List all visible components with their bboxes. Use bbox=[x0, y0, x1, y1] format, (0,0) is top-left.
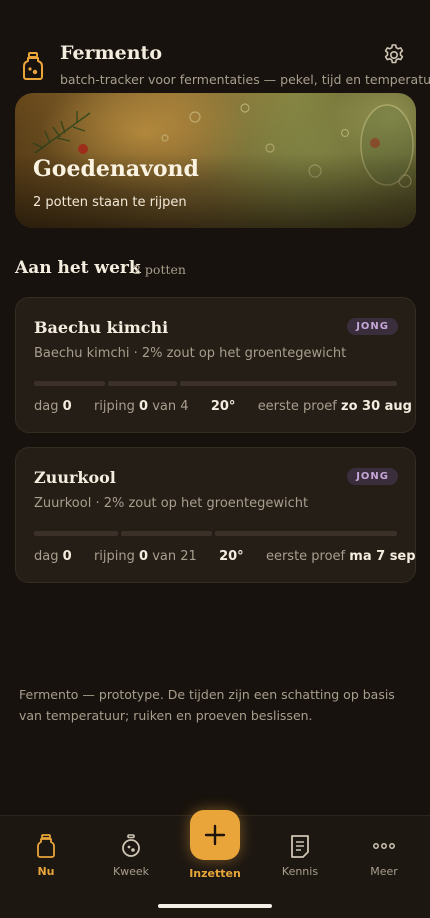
first-taste-date: zo 30 aug bbox=[341, 399, 412, 414]
day-value: 0 bbox=[62, 549, 72, 564]
prototype-footnote: Fermento — prototype. De tijden zijn een… bbox=[19, 687, 395, 723]
temperature-value: 20° bbox=[219, 549, 244, 564]
nav-item-kweek[interactable]: Kweek bbox=[91, 834, 171, 878]
first-taste-date: ma 7 sep bbox=[349, 549, 416, 564]
batch-name: Baechu kimchi bbox=[34, 318, 169, 337]
ripening-value: 0 bbox=[139, 549, 149, 564]
first-taste-label: eerste proef bbox=[257, 399, 337, 414]
app-subtitle: batch-tracker voor fermentaties — pekel,… bbox=[60, 72, 430, 87]
progress-segment bbox=[180, 381, 397, 386]
bottom-navigation: Nu Kweek Inzetten Kennis Meer bbox=[0, 810, 430, 918]
nav-label: Kweek bbox=[112, 865, 150, 878]
temperature-value: 20° bbox=[210, 399, 236, 414]
ripening-progress bbox=[34, 381, 397, 386]
section-title: Aan het werk bbox=[15, 258, 141, 278]
plus-icon bbox=[204, 824, 226, 846]
batch-card[interactable]: Zuurkool JONG Zuurkool · 2% zout op het … bbox=[15, 447, 416, 583]
ripening-value: 0 bbox=[139, 399, 149, 414]
nav-item-meer[interactable]: Meer bbox=[344, 834, 424, 878]
home-indicator[interactable] bbox=[158, 904, 272, 908]
nav-item-nu[interactable]: Nu bbox=[6, 834, 86, 878]
day-value: 0 bbox=[62, 399, 72, 414]
progress-segment bbox=[34, 381, 105, 386]
ripening-total: van 4 bbox=[152, 399, 189, 414]
section-count: 2 potten bbox=[133, 262, 186, 277]
progress-segment bbox=[215, 531, 397, 536]
nav-label: Kennis bbox=[281, 865, 319, 878]
first-taste-label: eerste proef bbox=[265, 549, 346, 564]
app-title: Fermento bbox=[60, 42, 163, 64]
timer-icon bbox=[122, 834, 140, 857]
progress-segment bbox=[34, 531, 118, 536]
hero-banner: Goedenavond 2 potten staan te rijpen bbox=[15, 93, 416, 228]
day-label: dag bbox=[34, 399, 59, 414]
batch-description: Zuurkool · 2% zout op het groentegewicht bbox=[34, 496, 309, 511]
greeting-subtitle: 2 potten staan te rijpen bbox=[33, 195, 187, 210]
ripening-total: van 21 bbox=[152, 549, 197, 564]
greeting-title: Goedenavond bbox=[33, 156, 199, 182]
jar-icon bbox=[23, 52, 43, 80]
ripening-label: rijping bbox=[93, 549, 135, 564]
jar-icon bbox=[37, 834, 55, 858]
batch-stats: dag 0 rijping 0 van 4 20° eerste proef z… bbox=[34, 399, 412, 414]
notes-icon bbox=[291, 835, 309, 858]
add-batch-button[interactable] bbox=[190, 810, 240, 860]
progress-segment bbox=[108, 381, 177, 386]
nav-label: Meer bbox=[370, 865, 398, 878]
batch-description: Baechu kimchi · 2% zout op het groentege… bbox=[34, 346, 347, 361]
gear-icon[interactable] bbox=[382, 43, 406, 67]
nav-item-kennis[interactable]: Kennis bbox=[260, 834, 340, 878]
ripening-label: rijping bbox=[93, 399, 135, 414]
status-badge: JONG bbox=[347, 468, 398, 485]
more-icon bbox=[373, 843, 395, 849]
ripening-progress bbox=[34, 531, 397, 536]
progress-segment bbox=[121, 531, 212, 536]
app-header: Fermento batch-tracker voor fermentaties… bbox=[0, 38, 430, 90]
day-label: dag bbox=[34, 549, 59, 564]
batch-name: Zuurkool bbox=[34, 468, 116, 487]
batch-card[interactable]: Baechu kimchi JONG Baechu kimchi · 2% zo… bbox=[15, 297, 416, 433]
batch-stats: dag 0 rijping 0 van 21 20° eerste proef … bbox=[34, 549, 416, 564]
nav-label: Nu bbox=[37, 865, 55, 878]
nav-label: Inzetten bbox=[189, 867, 241, 880]
status-badge: JONG bbox=[347, 318, 398, 335]
